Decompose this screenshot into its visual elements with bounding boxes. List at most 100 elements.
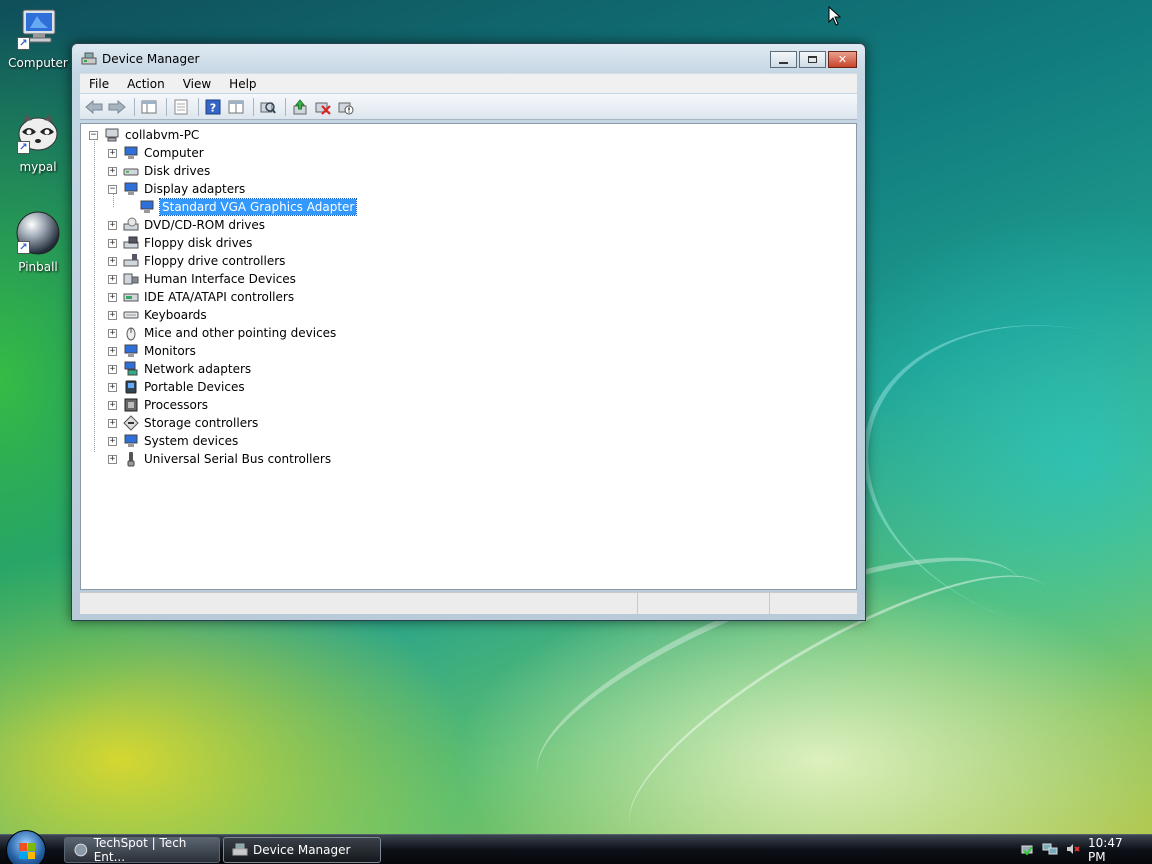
uninstall-button[interactable] (313, 97, 333, 117)
mouse-cursor-icon (828, 6, 842, 26)
expand-toggle[interactable]: + (108, 148, 117, 158)
expand-toggle[interactable]: + (108, 400, 117, 410)
volume-muted-icon[interactable] (1066, 842, 1080, 859)
toolbar-separator (285, 97, 286, 116)
safely-remove-hardware-icon[interactable] (1020, 842, 1034, 859)
computer-icon: ↗ (15, 6, 61, 52)
tree-category-label: Floppy drive controllers (144, 254, 286, 268)
toolbar-separator (198, 97, 199, 116)
menu-view[interactable]: View (174, 77, 220, 91)
tree-category-floppy-drive-controllers[interactable]: + Floppy drive controllers (108, 252, 285, 270)
toolbar-separator (253, 97, 254, 116)
tree-category-system-devices[interactable]: + System devices (108, 432, 238, 450)
disk-drive-icon (123, 163, 139, 179)
forward-button[interactable] (107, 97, 127, 117)
menu-file[interactable]: File (80, 77, 118, 91)
close-icon: ✕ (837, 53, 848, 66)
expand-toggle[interactable]: + (108, 238, 117, 248)
tree-category-storage-controllers[interactable]: + Storage controllers (108, 414, 258, 432)
minimize-button[interactable] (770, 51, 797, 68)
tree-category-label: Computer (144, 146, 204, 160)
svg-text:?: ? (210, 101, 216, 114)
disable-button[interactable] (336, 97, 356, 117)
tree-category-network-adapters[interactable]: + Network adapters (108, 360, 251, 378)
tree-category-floppy-disk-drives[interactable]: + Floppy disk drives (108, 234, 252, 252)
network-adapter-icon (123, 361, 139, 377)
tree-category-display-adapters[interactable]: − Display adapters (108, 180, 245, 198)
tree-category-label: Processors (144, 398, 209, 412)
expand-toggle[interactable]: + (108, 436, 117, 446)
clock[interactable]: 10:47 PM (1088, 836, 1140, 864)
tree-category-computer[interactable]: + Computer (108, 144, 204, 162)
device-tree: − collabvm-PC + Computer + Disk drives − Disp… (80, 123, 857, 590)
desktop-icon-label: Computer (8, 56, 68, 70)
help-button[interactable]: ? (203, 97, 223, 117)
title-bar[interactable]: Device Manager ✕ (72, 44, 865, 72)
status-cell (638, 593, 770, 614)
tree-category-keyboards[interactable]: + Keyboards (108, 306, 207, 324)
close-button[interactable]: ✕ (828, 51, 857, 68)
disable-icon (338, 102, 354, 114)
expand-toggle[interactable]: + (108, 310, 117, 320)
tree-category-label: System devices (144, 434, 239, 448)
maximize-icon (808, 56, 817, 63)
expand-toggle[interactable]: + (108, 220, 117, 230)
uninstall-icon (315, 102, 331, 115)
tree-category-disk-drives[interactable]: + Disk drives (108, 162, 210, 180)
menu-help[interactable]: Help (220, 77, 265, 91)
tree-category-dvd-cd-rom-drives[interactable]: + DVD/CD-ROM drives (108, 216, 265, 234)
toolbar: ? (80, 94, 857, 120)
back-button[interactable] (84, 97, 104, 117)
tree-category-label: IDE ATA/ATAPI controllers (144, 290, 295, 304)
collapse-toggle[interactable]: − (89, 130, 98, 140)
expand-toggle[interactable]: + (108, 256, 117, 266)
start-button[interactable] (6, 830, 46, 864)
keyboard-icon (123, 307, 139, 323)
tree-category-portable-devices[interactable]: + Portable Devices (108, 378, 245, 396)
show-hide-console-tree-button[interactable] (139, 97, 159, 117)
hid-icon (123, 271, 139, 287)
expand-toggle[interactable]: + (108, 418, 117, 428)
tree-category-mice-and-other-pointing-devices[interactable]: + Mice and other pointing devices (108, 324, 336, 342)
usb-icon (123, 451, 139, 467)
tree-category-universal-serial-bus-controllers[interactable]: + Universal Serial Bus controllers (108, 450, 331, 468)
expand-toggle[interactable]: + (108, 346, 117, 356)
expand-toggle[interactable]: + (108, 382, 117, 392)
tree-connector-line (94, 139, 95, 452)
desktop-icon-mypal[interactable]: ↗ mypal (0, 110, 76, 174)
expand-toggle[interactable]: + (108, 328, 117, 338)
expand-toggle[interactable]: + (108, 364, 117, 374)
collapse-toggle[interactable]: − (108, 184, 117, 194)
view-button[interactable] (226, 97, 246, 117)
expand-toggle[interactable]: + (108, 454, 117, 464)
tree-root[interactable]: − collabvm-PC (89, 126, 199, 144)
expand-toggle[interactable]: + (108, 166, 117, 176)
update-driver-button[interactable] (290, 97, 310, 117)
tree-category-human-interface-devices[interactable]: + Human Interface Devices (108, 270, 296, 288)
properties-button[interactable] (171, 97, 191, 117)
system-tray: 10:47 PM (1012, 835, 1152, 864)
tree-category-label: Disk drives (144, 164, 211, 178)
tree-root-label: collabvm-PC (125, 128, 200, 142)
floppy-controller-icon (123, 253, 139, 269)
computer-icon (123, 145, 139, 161)
status-cell (80, 593, 638, 614)
scan-hardware-button[interactable] (258, 97, 278, 117)
desktop-icon-computer[interactable]: ↗ Computer (0, 6, 76, 70)
forward-icon (108, 99, 126, 114)
expand-toggle[interactable]: + (108, 274, 117, 284)
taskbar-button-techspot[interactable]: TechSpot | Tech Ent... (64, 836, 220, 864)
desktop-icon-pinball[interactable]: ↗ Pinball (0, 210, 76, 274)
menu-action[interactable]: Action (118, 77, 174, 91)
tree-category-processors[interactable]: + Processors (108, 396, 208, 414)
expand-toggle[interactable]: + (108, 292, 117, 302)
tree-device-standard-vga-graphics-adapter[interactable]: Standard VGA Graphics Adapter (139, 198, 358, 216)
portable-device-icon (123, 379, 139, 395)
tree-category-monitors[interactable]: + Monitors (108, 342, 196, 360)
tree-category-label: Monitors (144, 344, 196, 358)
device-manager-icon (232, 843, 248, 856)
tree-category-ide-ata-atapi-controllers[interactable]: + IDE ATA/ATAPI controllers (108, 288, 294, 306)
maximize-button[interactable] (799, 51, 826, 68)
taskbar-button-device-manager[interactable]: Device Manager (223, 837, 381, 863)
network-icon[interactable] (1042, 842, 1058, 859)
